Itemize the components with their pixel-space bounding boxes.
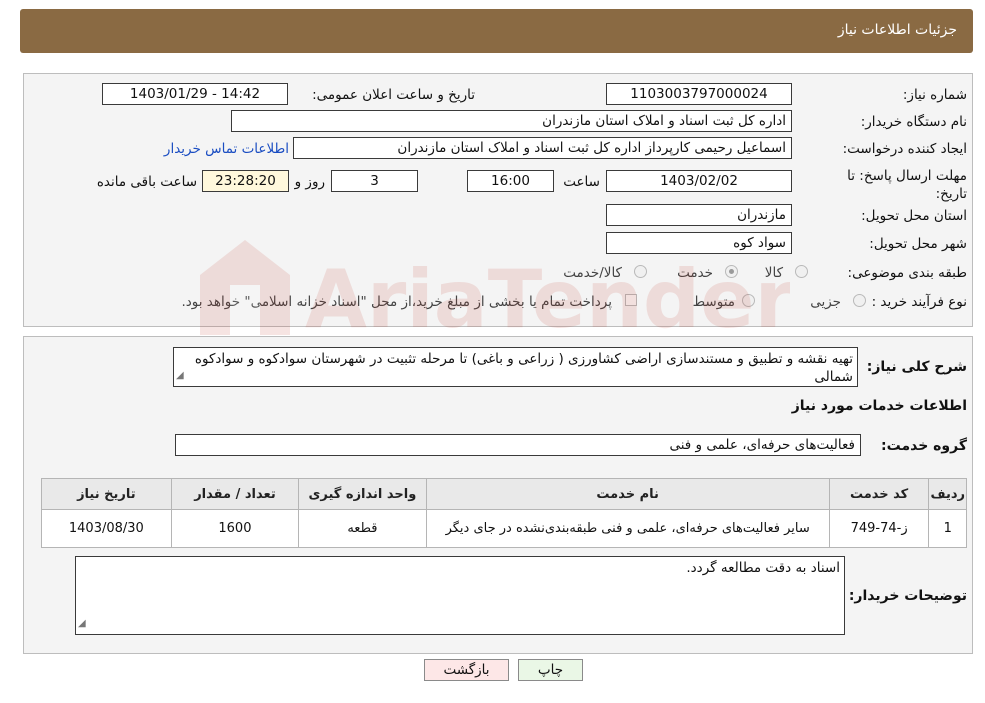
announce-datetime-field[interactable]: 1403/01/29 - 14:42 xyxy=(102,83,288,105)
buyer-notes-textarea[interactable]: اسناد به دقت مطالعه گردد. ◢ xyxy=(75,556,845,635)
need-number-label: شماره نیاز: xyxy=(902,87,967,103)
process-label: نوع فرآیند خرید : xyxy=(871,294,967,310)
process-minor-radio[interactable] xyxy=(853,294,866,307)
treasury-payment-note: پرداخت تمام یا بخشی از مبلغ خرید،از محل … xyxy=(181,294,612,310)
category-goods-radio[interactable] xyxy=(795,265,808,278)
table-header-row: ردیف کد خدمت نام خدمت واحد اندازه گیری ت… xyxy=(41,478,967,510)
description-textarea[interactable]: تهیه نقشه و تطبیق و مستندسازی اراضی کشاو… xyxy=(173,347,858,387)
column-header: تعداد / مقدار xyxy=(170,478,300,510)
resize-grip-icon[interactable]: ◢ xyxy=(78,615,86,633)
province-label: استان محل تحویل: xyxy=(861,208,967,224)
column-header: واحد اندازه گیری xyxy=(298,478,427,510)
buyer-notes-label: توضیحات خریدار: xyxy=(848,588,967,604)
table-row[interactable]: 1 ز-74-749 سایر فعالیت‌های حرفه‌ای، علمی… xyxy=(41,509,967,548)
page-header: جزئیات اطلاعات نیاز xyxy=(20,9,973,53)
province-field[interactable]: مازندران xyxy=(606,204,792,226)
page-title: جزئیات اطلاعات نیاز xyxy=(837,22,957,38)
days-label: روز و xyxy=(294,174,325,190)
days-field[interactable]: 3 xyxy=(331,170,418,192)
need-number-field[interactable]: 1103003797000024 xyxy=(606,83,792,105)
category-label: طبقه بندی موضوعی: xyxy=(847,265,967,281)
deadline-date-field[interactable]: 1403/02/02 xyxy=(606,170,792,192)
column-header: نام خدمت xyxy=(425,478,830,510)
column-header: تاریخ نیاز xyxy=(41,478,172,510)
description-label: شرح کلی نیاز: xyxy=(866,359,967,375)
creator-field[interactable]: اسماعیل رحیمی کارپرداز اداره کل ثبت اسنا… xyxy=(293,137,792,159)
treasury-payment-checkbox[interactable] xyxy=(625,294,637,306)
cell-row-number: 1 xyxy=(928,509,967,548)
category-goods-service-label: کالا/خدمت xyxy=(563,265,622,281)
description-text: تهیه نقشه و تطبیق و مستندسازی اراضی کشاو… xyxy=(194,351,853,385)
category-goods-label: کالا xyxy=(764,265,783,281)
process-medium-label: متوسط xyxy=(692,294,735,310)
buyer-contact-link[interactable]: اطلاعات تماس خریدار xyxy=(164,141,289,157)
category-goods-service-radio[interactable] xyxy=(634,265,647,278)
service-group-label: گروه خدمت: xyxy=(881,438,967,454)
buyer-notes-text: اسناد به دقت مطالعه گردد. xyxy=(686,560,840,576)
cell-unit: قطعه xyxy=(298,509,427,548)
city-label: شهر محل تحویل: xyxy=(869,236,967,252)
cell-need-date: 1403/08/30 xyxy=(41,509,172,548)
announce-label: تاریخ و ساعت اعلان عمومی: xyxy=(312,87,475,103)
process-minor-label: جزیی xyxy=(810,294,841,310)
deadline-time-field[interactable]: 16:00 xyxy=(467,170,554,192)
remaining-label: ساعت باقی مانده xyxy=(96,174,197,190)
cell-service-name: سایر فعالیت‌های حرفه‌ای، علمی و فنی طبقه… xyxy=(425,509,830,548)
buyer-org-label: نام دستگاه خریدار: xyxy=(860,114,967,130)
column-header: کد خدمت xyxy=(828,478,930,510)
back-button[interactable]: بازگشت xyxy=(424,659,509,681)
cell-service-code: ز-74-749 xyxy=(828,509,930,548)
buyer-org-field[interactable]: اداره کل ثبت اسناد و املاک استان مازندرا… xyxy=(231,110,792,132)
remaining-time-field[interactable]: 23:28:20 xyxy=(202,170,289,192)
services-table: ردیف کد خدمت نام خدمت واحد اندازه گیری ت… xyxy=(41,478,967,548)
creator-label: ایجاد کننده درخواست: xyxy=(842,141,967,157)
column-header: ردیف xyxy=(928,478,967,510)
category-service-label: خدمت xyxy=(677,265,713,281)
deadline-hour-label: ساعت xyxy=(563,174,600,190)
deadline-label: مهلت ارسال پاسخ: تا تاریخ: xyxy=(847,168,967,202)
resize-grip-icon[interactable]: ◢ xyxy=(176,367,184,385)
process-medium-radio[interactable] xyxy=(742,294,755,307)
city-field[interactable]: سواد کوه xyxy=(606,232,792,254)
print-button[interactable]: چاپ xyxy=(518,659,583,681)
services-section-title: اطلاعات خدمات مورد نیاز xyxy=(791,398,967,414)
cell-quantity: 1600 xyxy=(170,509,300,548)
category-service-radio[interactable] xyxy=(725,265,738,278)
service-group-field[interactable]: فعالیت‌های حرفه‌ای، علمی و فنی xyxy=(175,434,861,456)
